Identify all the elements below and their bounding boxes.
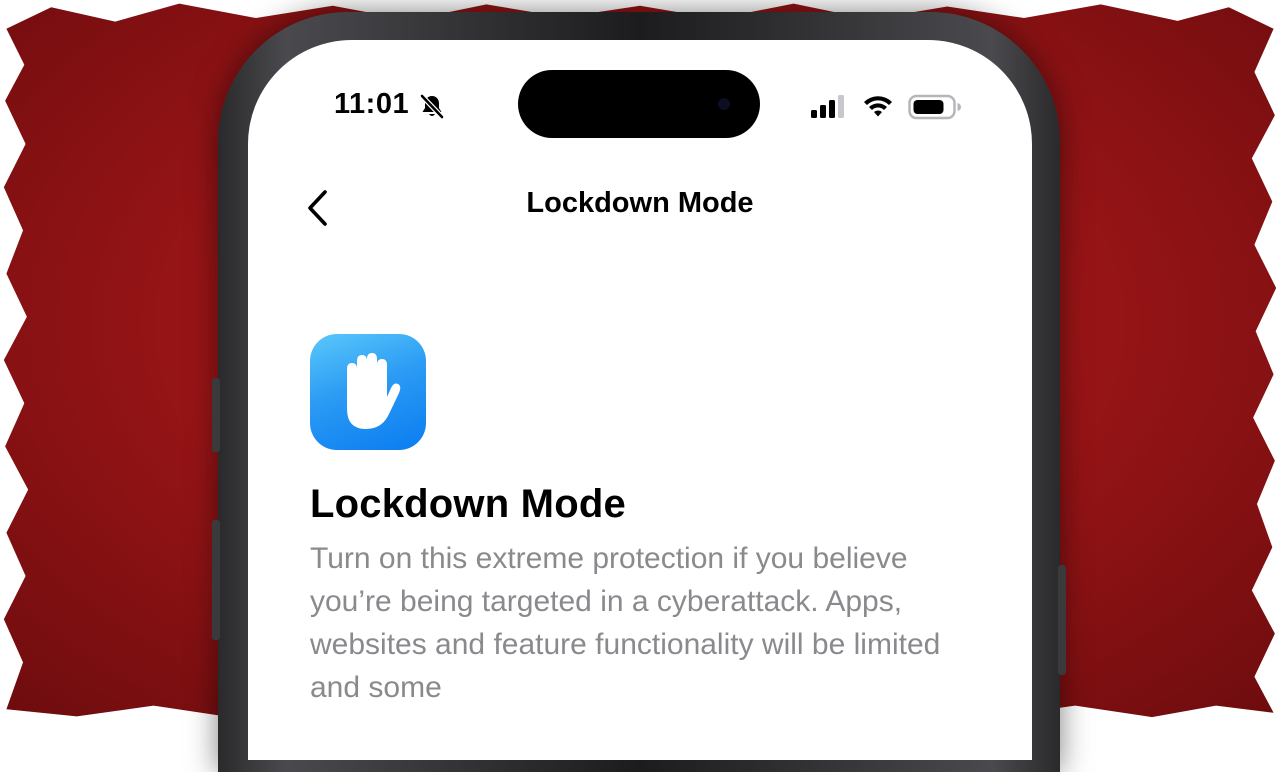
status-bar: 11:01	[248, 40, 1032, 160]
battery-icon	[908, 94, 961, 120]
status-time: 11:01	[334, 88, 410, 120]
phone-screen: 11:01 Lockdown Mode Lockdown Mode Turn o…	[248, 40, 1032, 760]
lockdown-heading: Lockdown Mode	[310, 482, 626, 526]
front-camera	[718, 98, 730, 110]
side-button	[1058, 565, 1066, 675]
dynamic-island	[518, 70, 760, 138]
volume-up-button	[212, 520, 220, 640]
bell-slash-icon	[419, 93, 445, 120]
lockdown-mode-app-icon	[310, 334, 426, 450]
raised-hand-icon	[347, 353, 401, 429]
lockdown-description: Turn on this extreme protection if you b…	[310, 542, 941, 704]
nav-title: Lockdown Mode	[526, 187, 754, 219]
action-button	[212, 378, 220, 452]
cellular-signal-icon	[811, 95, 844, 118]
wifi-icon	[864, 96, 892, 117]
